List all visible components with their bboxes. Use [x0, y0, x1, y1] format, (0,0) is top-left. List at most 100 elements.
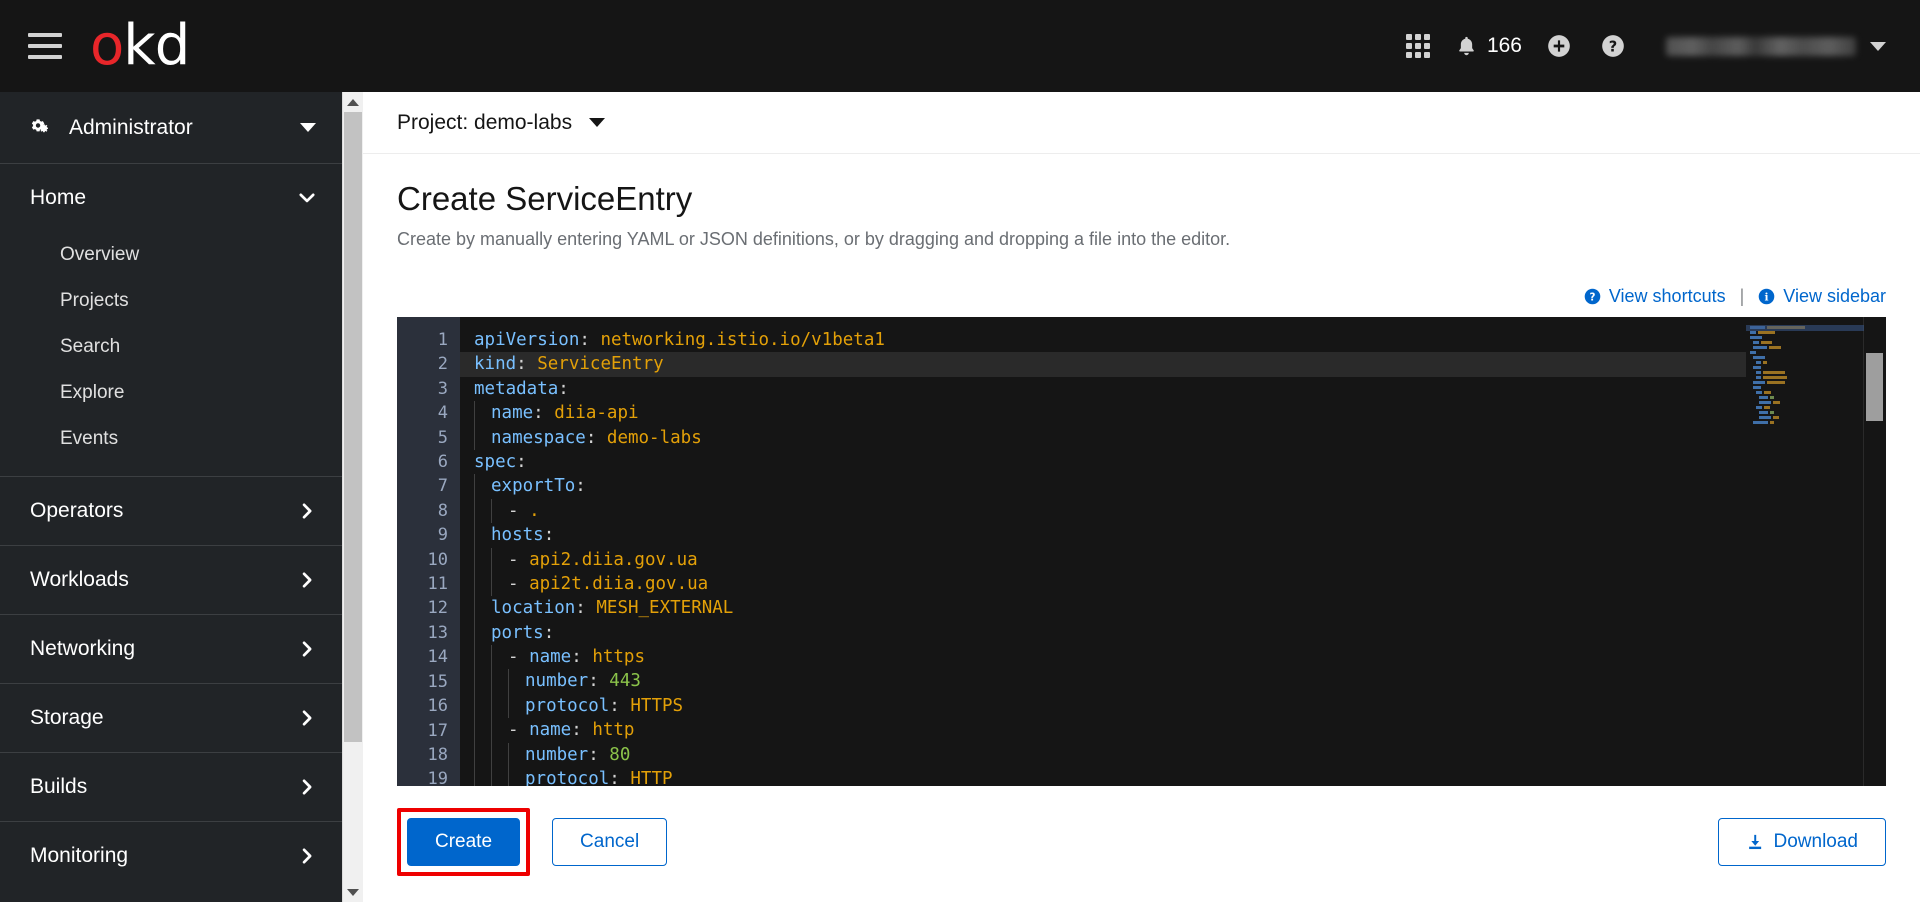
indent-guide [508, 693, 509, 719]
code-line[interactable]: - name: http [460, 718, 1746, 743]
create-button[interactable]: Create [407, 818, 521, 866]
code-line[interactable]: - api2.diia.gov.ua [460, 547, 1746, 572]
indent-guide [491, 547, 492, 572]
scrollbar-track[interactable] [343, 112, 363, 882]
svg-text:?: ? [1609, 39, 1617, 56]
line-number: 11 [427, 574, 448, 595]
perspective-switcher[interactable]: Administrator [0, 92, 342, 164]
sidebar-item-explore[interactable]: Explore [0, 370, 342, 416]
indent-guide [491, 669, 492, 694]
download-button[interactable]: Download [1717, 818, 1886, 866]
app-launcher-button[interactable] [1391, 19, 1445, 73]
project-selector[interactable]: Project: demo-labs [397, 110, 606, 135]
code-line[interactable]: name: diia-api [460, 401, 1746, 426]
sidebar-section-operators[interactable]: Operators [0, 477, 342, 546]
sidebar-section-networking-label: Networking [30, 637, 136, 660]
code-line[interactable]: number: 443 [460, 669, 1746, 694]
editor-scrollbar[interactable] [1864, 317, 1886, 787]
sidebar-section-monitoring[interactable]: Monitoring [0, 822, 342, 890]
page-title: Create ServiceEntry [397, 180, 693, 217]
line-number: 12 [427, 598, 448, 619]
notifications-button[interactable]: 166 [1445, 19, 1532, 73]
code-line[interactable]: protocol: HTTP [460, 767, 1746, 787]
chevron-right-icon [298, 502, 316, 520]
code-line-text: location: MESH_EXTERNAL [491, 598, 734, 619]
editor-line-numbers: 1234567891011121314151617181920 [397, 317, 460, 787]
sidebar-section-home[interactable]: Home [0, 164, 342, 232]
add-button[interactable] [1532, 19, 1586, 73]
code-line-text: namespace: demo-labs [491, 427, 702, 448]
body-split: Administrator Home Overview Projects Sea… [0, 92, 1920, 902]
code-line[interactable]: exportTo: [460, 474, 1746, 499]
indent-guide [491, 498, 492, 524]
code-line[interactable]: kind: ServiceEntry [460, 352, 1746, 377]
view-shortcuts-link[interactable]: ? View shortcuts [1584, 286, 1726, 307]
view-sidebar-link[interactable]: i View sidebar [1758, 286, 1886, 307]
indent-guide [491, 693, 492, 719]
scrollbar-thumb[interactable] [344, 112, 362, 742]
hamburger-icon[interactable] [28, 33, 62, 59]
perspective-label: Administrator [69, 115, 193, 139]
info-circle-icon: i [1758, 288, 1775, 305]
editor-block: ? View shortcuts | i View sidebar 12 3 4… [363, 286, 1920, 787]
code-line[interactable]: ports: [460, 620, 1746, 646]
editor-minimap[interactable] [1746, 317, 1864, 787]
line-number: 7 [437, 476, 448, 497]
code-line[interactable]: metadata: [460, 377, 1746, 401]
code-line[interactable]: location: MESH_EXTERNAL [460, 596, 1746, 621]
indent-guide [474, 425, 475, 450]
chevron-down-icon [298, 189, 316, 207]
editor-code-area[interactable]: apiVersion: networking.istio.io/v1beta1 k… [460, 317, 1746, 787]
code-line[interactable]: protocol: HTTPS [460, 693, 1746, 719]
code-line[interactable]: hosts: [460, 523, 1746, 548]
sidebar-section-networking[interactable]: Networking [0, 615, 342, 684]
indent-guide [474, 767, 475, 787]
scroll-down-button[interactable] [343, 882, 363, 902]
chevron-right-icon [298, 571, 316, 589]
project-selector-label: Project: demo-labs [397, 110, 573, 134]
line-number: 8 [437, 500, 448, 521]
bell-icon [1459, 36, 1474, 56]
code-line-text: number: 443 [525, 671, 641, 692]
scroll-up-button[interactable] [343, 92, 363, 112]
code-line[interactable]: - name: https [460, 645, 1746, 670]
user-menu[interactable] [1666, 36, 1890, 56]
line-number: 16 [427, 696, 448, 717]
chevron-right-icon [298, 640, 316, 658]
help-button[interactable]: ? [1586, 19, 1640, 73]
svg-text:?: ? [1589, 291, 1595, 303]
line-number: 10 [427, 549, 448, 570]
code-line[interactable]: apiVersion: networking.istio.io/v1beta1 [460, 328, 1746, 352]
sidebar-section-builds[interactable]: Builds [0, 753, 342, 822]
code-line[interactable]: - . [460, 498, 1746, 524]
cancel-button[interactable]: Cancel [552, 818, 668, 866]
code-line-text: exportTo: [491, 476, 586, 497]
sidebar-item-overview[interactable]: Overview [0, 232, 342, 278]
code-line-text: hosts: [491, 525, 555, 546]
indent-guide [474, 620, 475, 646]
indent-guide [474, 571, 475, 597]
sidebar-item-search[interactable]: Search [0, 324, 342, 370]
masthead-tools: 166 ? [1391, 19, 1890, 73]
sidebar-section-workloads-label: Workloads [30, 568, 129, 591]
page-scrollbar[interactable] [342, 92, 363, 902]
yaml-editor[interactable]: 1234567891011121314151617181920 apiVersi… [397, 317, 1886, 787]
sidebar-section-storage[interactable]: Storage [0, 684, 342, 753]
sidebar-item-events[interactable]: Events [0, 416, 342, 462]
masthead: o kd 166 ? [0, 0, 1920, 92]
editor-scrollbar-thumb[interactable] [1866, 353, 1883, 421]
indent-guide [491, 571, 492, 597]
indent-guide [474, 401, 475, 426]
sidebar-item-projects[interactable]: Projects [0, 278, 342, 324]
indent-guide [474, 693, 475, 719]
minimap-selection [1746, 325, 1864, 331]
okd-logo[interactable]: o kd [90, 18, 190, 74]
code-line[interactable]: namespace: demo-labs [460, 425, 1746, 450]
code-line[interactable]: - api2t.diia.gov.ua [460, 571, 1746, 597]
code-line[interactable]: number: 80 [460, 742, 1746, 768]
indent-guide [508, 742, 509, 768]
code-line-text: number: 80 [525, 744, 631, 765]
sidebar-section-workloads[interactable]: Workloads [0, 546, 342, 615]
code-line[interactable]: spec: [460, 450, 1746, 474]
line-number: 19 [427, 769, 448, 787]
